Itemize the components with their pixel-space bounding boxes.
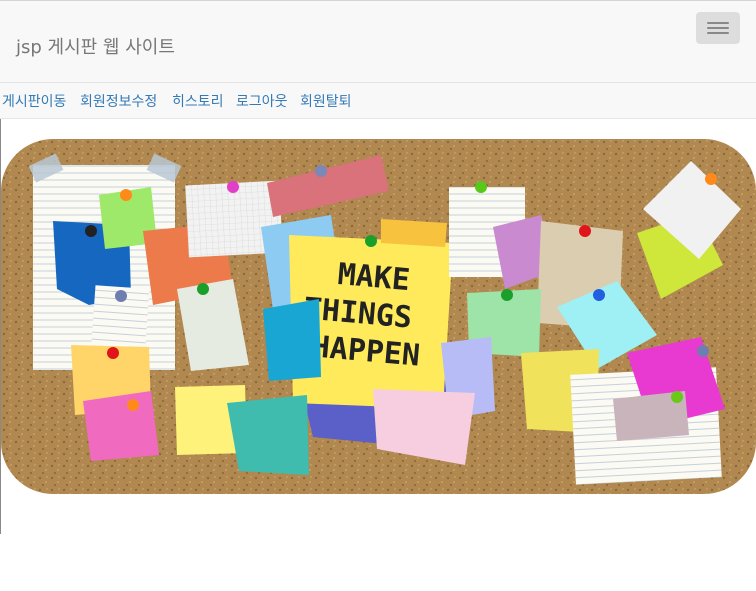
nav-link-history[interactable]: 히스토리 (172, 91, 224, 111)
corkboard-illustration: MAKE THINGS HAPPEN (1, 139, 756, 494)
hero-image: MAKE THINGS HAPPEN (1, 139, 756, 494)
nav-links: 게시판이동 회원정보수정 히스토리 로그아웃 회원탈퇴 (0, 83, 756, 119)
nav-link-logout[interactable]: 로그아웃 (236, 91, 288, 111)
navbar-toggle-button[interactable] (696, 12, 740, 44)
note-text-line-1: MAKE (336, 257, 411, 298)
nav-link-edit-profile[interactable]: 회원정보수정 (80, 91, 157, 111)
brand-link[interactable]: jsp 게시판 웹 사이트 (16, 33, 175, 59)
navbar: jsp 게시판 웹 사이트 (0, 0, 756, 83)
nav-link-board[interactable]: 게시판이동 (2, 91, 66, 111)
nav-link-withdraw[interactable]: 회원탈퇴 (300, 91, 352, 111)
